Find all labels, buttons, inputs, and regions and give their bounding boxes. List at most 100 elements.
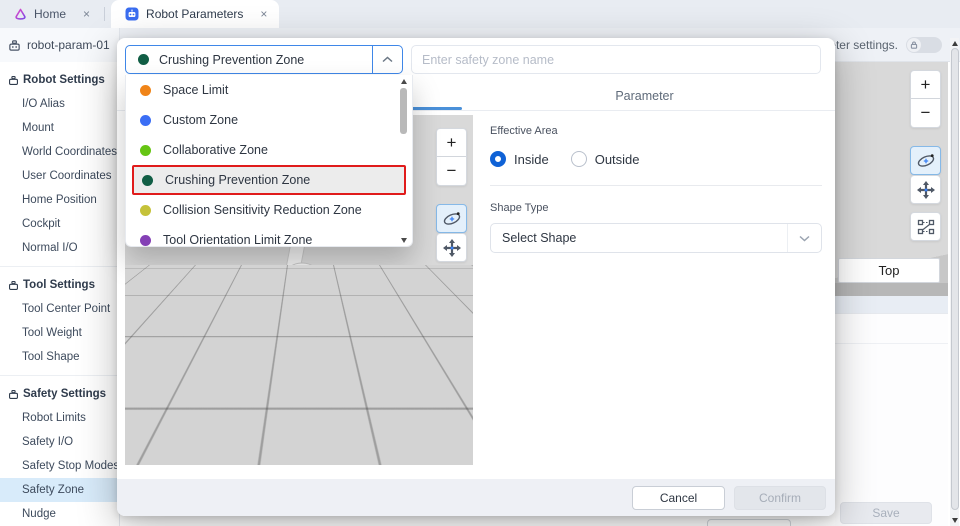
tool-settings-icon [9,280,18,290]
view-buttons: Front Right Left Rear Top [132,429,469,455]
tab-robot-parameters[interactable]: Robot Parameters × [111,0,280,28]
sidebar-title-robot-settings: Robot Settings [0,68,119,92]
view-left-button[interactable]: Left [268,429,332,455]
option-color-dot [142,174,153,186]
sidebar-item-tool-center-point[interactable]: Tool Center Point [0,297,119,321]
tab-robot-parameters-close-icon[interactable]: × [260,7,267,21]
tab-home-label: Home [34,7,67,21]
sidebar-section-robot-settings: Robot Settings I/O Alias Mount World Coo… [0,62,119,267]
bg-view-top-button[interactable]: Top [838,258,940,283]
tab-divider [104,7,106,21]
radio-selected-icon[interactable] [490,151,506,167]
project-name: robot-param-01 [27,38,110,52]
sidebar-item-user-coordinates[interactable]: User Coordinates [0,164,119,188]
home-icon [14,8,27,21]
effective-area-label: Effective Area [490,125,558,137]
radio-unselected-icon[interactable] [570,151,587,167]
option-collision-sensitivity-reduction-zone[interactable]: Collision Sensitivity Reduction Zone [126,195,412,225]
measure-button[interactable] [436,270,467,299]
sidebar-item-io-alias[interactable]: I/O Alias [0,92,119,116]
sidebar-item-normal-io[interactable]: Normal I/O [0,236,119,260]
lock-icon [907,38,921,52]
bg-pan-button[interactable] [910,175,941,204]
scrollbar-thumb[interactable] [950,48,959,510]
zoom-out-button[interactable]: − [436,157,467,186]
scroll-up-icon[interactable] [951,41,958,46]
view-right-button[interactable]: Right [200,429,264,455]
zone-type-select[interactable]: Crushing Prevention Zone [125,45,403,74]
cancel-button[interactable]: Cancel [632,486,725,510]
option-color-dot [140,84,151,96]
chevron-up-icon[interactable] [372,46,402,73]
app-window: Home × Robot Parameters × robot-param-01… [0,0,960,526]
bg-measure-button[interactable] [910,212,941,241]
parameter-panel: Effective Area Inside Outside Shape Type… [490,125,822,253]
option-crushing-prevention-zone[interactable]: Crushing Prevention Zone [132,165,406,195]
orbit-rotate-button[interactable] [436,204,467,233]
tab-home-close-icon[interactable]: × [83,7,90,21]
safety-settings-icon [9,389,18,399]
background-panel-band [835,296,948,313]
scroll-up-icon[interactable] [401,79,407,84]
shape-type-select[interactable]: Select Shape [490,223,822,253]
radio-inside-label: Inside [514,151,549,167]
radio-outside[interactable]: Outside [570,151,640,167]
view-front-button[interactable]: Front [132,429,196,455]
save-button[interactable]: Save [840,502,932,524]
scroll-down-icon[interactable] [951,518,958,523]
scrollbar-thumb[interactable] [400,88,407,134]
zone-color-dot [138,54,149,65]
sidebar-item-safety-zone[interactable]: Safety Zone [0,478,119,502]
zone-type-value: Crushing Prevention Zone [159,52,305,67]
tab-home[interactable]: Home × [0,0,102,28]
page-scrollbar[interactable] [950,38,959,526]
sidebar-item-tool-shape[interactable]: Tool Shape [0,345,119,369]
pan-button[interactable] [436,233,467,262]
sidebar-item-home-position[interactable]: Home Position [0,188,119,212]
view-top-button[interactable]: Top [404,429,469,455]
zoom-in-button[interactable]: + [436,128,467,157]
project-name-chip[interactable]: robot-param-01 [0,28,120,62]
sidebar-item-cockpit[interactable]: Cockpit [0,212,119,236]
viewport-bottom-band [125,456,473,465]
safety-zone-name-input[interactable] [411,45,821,74]
option-collaborative-zone[interactable]: Collaborative Zone [126,135,412,165]
scroll-down-icon[interactable] [401,238,407,243]
shape-select-value: Select Shape [502,231,577,245]
radio-inside[interactable]: Inside [490,151,549,167]
confirm-button[interactable]: Confirm [734,486,826,510]
sidebar-item-safety-stop-modes[interactable]: Safety Stop Modes [0,454,119,478]
sidebar-item-mount[interactable]: Mount [0,116,119,140]
option-color-dot [140,204,151,216]
effective-area-radios: Inside Outside [490,151,822,167]
option-space-limit[interactable]: Space Limit [126,75,412,105]
tab-bar: Home × Robot Parameters × [0,0,960,28]
shape-type-label: Shape Type [490,202,549,214]
option-tool-orientation-limit-zone[interactable]: Tool Orientation Limit Zone [126,225,412,246]
sidebar-item-safety-io[interactable]: Safety I/O [0,430,119,454]
modal-viewport-controls: + − [436,128,467,299]
tab-parameter[interactable]: Parameter [462,81,827,111]
bg-zoom-in-button[interactable]: + [910,70,941,99]
view-rear-button[interactable]: Rear [336,429,400,455]
sidebar-item-nudge[interactable]: Nudge [0,502,119,526]
sidebar-title-tool-settings: Tool Settings [0,273,119,297]
safety-zone-modal: Crushing Prevention Zone Parameter [117,38,835,516]
bg-zoom-out-button[interactable]: − [910,99,941,128]
bg-orbit-rotate-button[interactable] [910,146,941,175]
background-panel [835,313,948,526]
sidebar-item-tool-weight[interactable]: Tool Weight [0,321,119,345]
option-color-dot [140,234,151,246]
chevron-down-icon[interactable] [787,224,821,252]
background-partial-button[interactable] [707,519,791,526]
option-custom-zone[interactable]: Custom Zone [126,105,412,135]
sidebar-section-safety-settings: Safety Settings Robot Limits Safety I/O … [0,376,119,526]
divider [490,185,822,186]
settings-lock-toggle[interactable] [906,37,942,53]
sidebar-item-world-coordinates[interactable]: World Coordinates [0,140,119,164]
radio-outside-label: Outside [594,151,640,167]
sidebar: Robot Settings I/O Alias Mount World Coo… [0,62,120,526]
option-color-dot [140,114,151,126]
dropdown-scrollbar[interactable] [398,77,410,245]
sidebar-item-robot-limits[interactable]: Robot Limits [0,406,119,430]
